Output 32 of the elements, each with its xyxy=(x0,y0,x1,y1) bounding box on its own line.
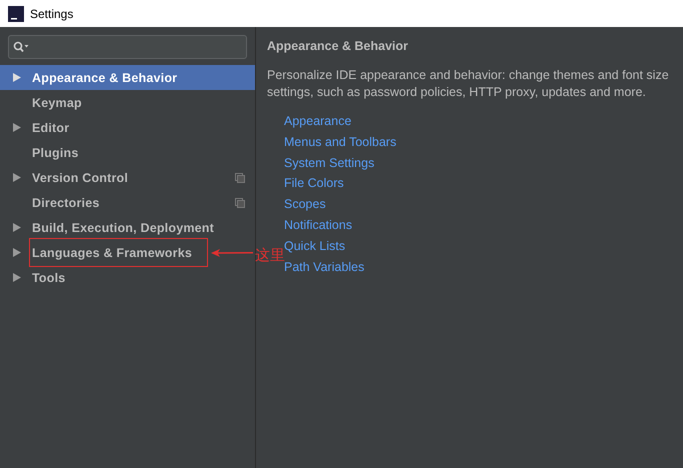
settings-link[interactable]: Appearance xyxy=(284,111,352,132)
expand-arrow-icon[interactable] xyxy=(13,273,21,282)
settings-link[interactable]: System Settings xyxy=(284,152,374,174)
sidebar-item[interactable]: Build, Execution, Deployment xyxy=(0,215,255,240)
sidebar-item[interactable]: Editor xyxy=(0,115,255,140)
section-heading: Appearance & Behavior xyxy=(267,39,410,53)
sidebar-item[interactable]: Appearance & Behavior xyxy=(0,65,255,90)
settings-link[interactable]: Quick Lists xyxy=(284,236,346,257)
search-icon xyxy=(13,41,29,53)
sidebar-item[interactable]: Version Control xyxy=(0,165,255,190)
window-title: Settings xyxy=(30,6,74,20)
sidebar-item[interactable]: Keymap xyxy=(0,90,255,115)
expand-arrow-icon[interactable] xyxy=(13,123,21,132)
description-text: Personalize IDE appearance and behavior: change themes and font size xyxy=(267,67,670,84)
sidebar-item[interactable]: Directories xyxy=(0,190,255,215)
sidebar-item[interactable]: Tools xyxy=(0,265,255,290)
sidebar-item[interactable]: Plugins xyxy=(0,140,255,165)
sidebar-item[interactable]: Languages & Frameworks xyxy=(0,240,255,265)
description-text: settings, such as password policies, HTTP proxy, updates and more. xyxy=(267,84,647,101)
settings-link[interactable]: Menus and Toolbars xyxy=(284,132,396,153)
annotation-text: 这里 xyxy=(255,247,285,264)
settings-link[interactable]: Scopes xyxy=(284,194,326,215)
expand-arrow-icon[interactable] xyxy=(13,248,21,257)
settings-link[interactable]: Path Variables xyxy=(284,256,364,278)
pointer-arrow-icon xyxy=(211,248,253,256)
settings-link[interactable]: File Colors xyxy=(284,173,344,194)
settings-link[interactable]: Notifications xyxy=(284,214,352,236)
expand-arrow-icon[interactable] xyxy=(13,73,21,82)
expand-arrow-icon[interactable] xyxy=(13,173,21,182)
search-field[interactable] xyxy=(8,35,247,59)
app-logo-icon xyxy=(8,6,24,22)
expand-arrow-icon[interactable] xyxy=(13,223,21,232)
